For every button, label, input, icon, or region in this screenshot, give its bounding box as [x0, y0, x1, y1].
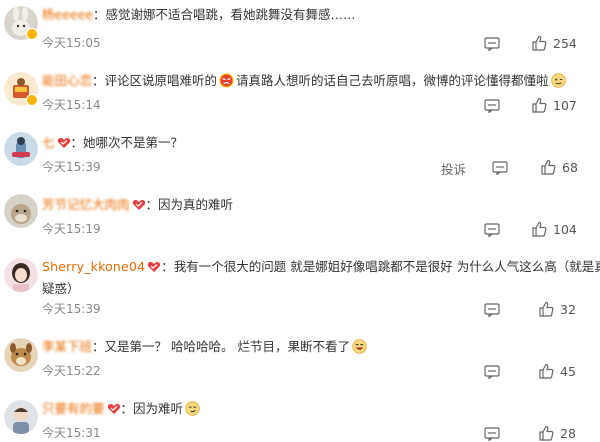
comment-line: Sherry_kkone04 ：我有一个很大的问题 就是娜姐好像唱跳都不是很好 为… [42, 258, 600, 276]
comment-text-continued: 疑惑） [42, 281, 80, 296]
user-avatar[interactable] [4, 132, 38, 166]
wink-emoji-icon [550, 73, 566, 88]
timestamp: 今天15:22 [42, 364, 101, 378]
comment-text: 她哪次不是第一？ [83, 135, 184, 150]
fan-badge-icon [107, 403, 121, 415]
fan-badge-icon [57, 137, 71, 149]
comment-item: Sherry_kkone04 ：我有一个很大的问题 就是娜姐好像唱跳都不是很好 为… [0, 246, 600, 324]
comment-line: 能田心恋：评论区说原唱难听的 请真路人想听的话自己去听原唱，微博的评论懂得都懂啦 [42, 72, 594, 90]
like-count: 104 [553, 221, 577, 237]
username[interactable]: 杨eeeee [42, 7, 93, 22]
reply-icon[interactable] [484, 426, 500, 442]
timestamp: 今天15:05 [42, 36, 101, 50]
report-button[interactable]: 投诉 [441, 159, 466, 178]
user-avatar[interactable] [4, 194, 38, 228]
comment-line: 芳节记忆大肉肉 ：因为真的难听 [42, 197, 234, 212]
fan-badge-icon [132, 199, 146, 211]
like-count: 45 [560, 363, 576, 379]
thumbs-up-icon [539, 301, 554, 317]
comment-text: 评论区说原唱难听的 [104, 73, 218, 88]
reply-icon[interactable] [484, 222, 500, 238]
reply-icon[interactable] [492, 160, 508, 176]
comment-item: 芳节记忆大肉肉 ：因为真的难听 今天15:19 104 [0, 186, 600, 246]
comment-text: 因为难听 [133, 401, 184, 416]
timestamp: 今天15:39 [42, 160, 101, 174]
like-button[interactable]: 28 [538, 425, 576, 441]
comment-text: 感觉谢娜不适合唱跳，看她跳舞没有舞感…… [105, 7, 356, 22]
verified-badge [26, 28, 38, 40]
thumbs-up-icon [539, 363, 554, 379]
username[interactable]: Sherry_kkone04 [42, 259, 145, 274]
username[interactable]: 只要有的要 [42, 401, 105, 416]
like-count: 254 [553, 35, 577, 51]
username[interactable]: 李某下班 [42, 339, 92, 354]
like-button[interactable]: 254 [531, 35, 577, 51]
timestamp: 今天15:14 [42, 98, 101, 112]
angry-emoji-icon [219, 73, 234, 88]
thumbs-up-icon [541, 159, 556, 175]
like-button[interactable]: 32 [538, 301, 576, 317]
like-count: 28 [560, 425, 576, 441]
timestamp: 今天15:39 [42, 302, 101, 316]
thumbs-up-icon [532, 35, 547, 51]
username[interactable]: 七 [42, 135, 55, 150]
comment-text: 请真路人想听的话自己去听原唱，微博的评论懂得都懂啦 [236, 73, 549, 88]
user-avatar[interactable] [4, 338, 38, 372]
fan-badge-icon [147, 261, 161, 273]
user-avatar[interactable] [4, 258, 38, 292]
comment-text: 我有一个很大的问题 就是娜姐好像唱跳都不是很好 为什么人气这么高（就是真的 [173, 259, 600, 274]
comment-item: 李某下班：又是第一？ 哈哈哈哈。 烂节目，果断不看了 今天15:22 45 [0, 324, 600, 386]
comment-text: 因为真的难听 [158, 197, 234, 212]
comment-item: 只要有的要 ：因为难听 今天15:31 28 [0, 386, 600, 442]
username[interactable]: 芳节记忆大肉肉 [42, 197, 130, 212]
like-count: 32 [560, 301, 576, 317]
timestamp: 今天15:31 [42, 426, 101, 440]
comment-item: 杨eeeee：感觉谢娜不适合唱跳，看她跳舞没有舞感…… 今天15:05 254 [0, 0, 600, 62]
reply-icon[interactable] [484, 98, 500, 114]
comment-line: 李某下班：又是第一？ 哈哈哈哈。 烂节目，果断不看了 [42, 338, 594, 356]
like-count: 68 [562, 159, 578, 175]
like-count: 107 [553, 97, 577, 113]
comment-item: 七：她哪次不是第一？ 今天15:39 投诉 68 [0, 124, 600, 186]
comment-line: 只要有的要 ：因为难听 [42, 400, 594, 418]
thumbs-up-icon [532, 221, 547, 237]
like-button[interactable]: 107 [531, 97, 577, 113]
reply-icon[interactable] [484, 302, 500, 318]
reply-icon[interactable] [484, 36, 500, 52]
thumbs-up-icon [532, 97, 547, 113]
thumbs-up-icon [539, 425, 554, 441]
timestamp: 今天15:19 [42, 222, 101, 236]
like-button[interactable]: 68 [540, 159, 578, 175]
username[interactable]: 能田心恋 [42, 73, 92, 88]
smirk-emoji-icon [185, 401, 200, 416]
reply-icon[interactable] [484, 364, 500, 380]
comment-text: 又是第一？ 哈哈哈哈。 烂节目，果断不看了 [104, 339, 350, 354]
like-button[interactable]: 45 [538, 363, 576, 379]
comment-line: 杨eeeee：感觉谢娜不适合唱跳，看她跳舞没有舞感…… [42, 7, 356, 22]
comment-line: 七：她哪次不是第一？ [42, 135, 184, 150]
like-button[interactable]: 104 [531, 221, 577, 237]
comment-item: 能田心恋：评论区说原唱难听的 请真路人想听的话自己去听原唱，微博的评论懂得都懂啦 … [0, 62, 600, 124]
laughing-emoji-icon [352, 339, 367, 354]
user-avatar[interactable] [4, 400, 38, 434]
verified-badge [26, 94, 38, 106]
